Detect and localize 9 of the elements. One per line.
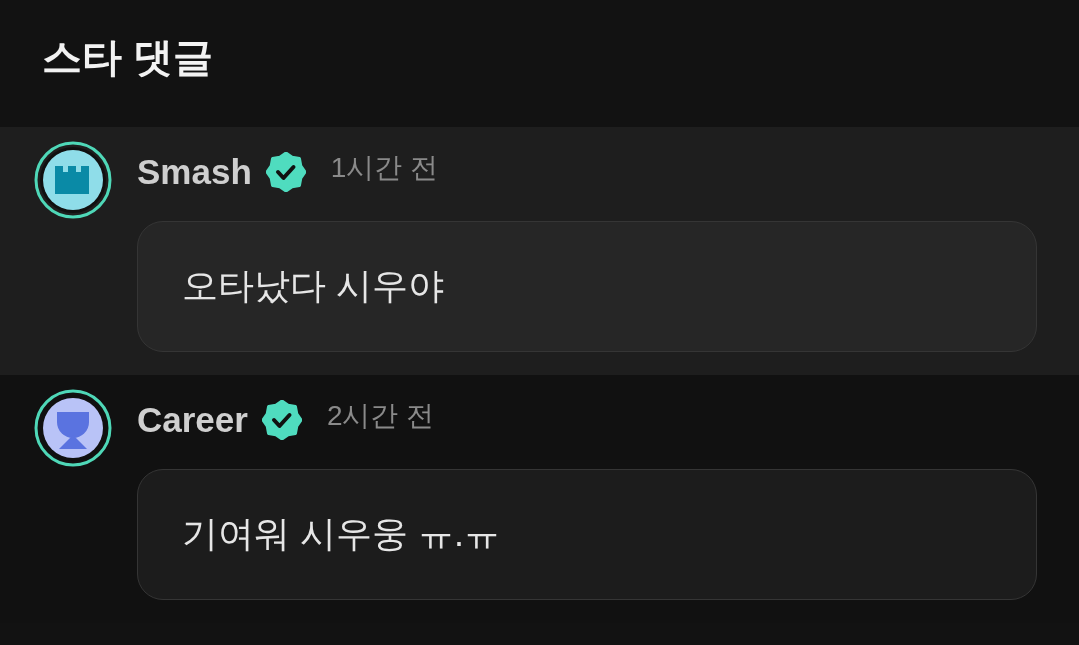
comment-time: 2시간 전 (326, 399, 435, 433)
author-name[interactable]: Career (137, 400, 248, 440)
avatar-icon[interactable] (34, 141, 112, 219)
comment-bubble: 기여워 시우웅 ㅠ.ㅠ (137, 469, 1037, 600)
page-title: 스타 댓글 (42, 34, 214, 81)
author-name[interactable]: Smash (137, 152, 252, 192)
comment-time: 1시간 전 (330, 151, 439, 185)
avatar-icon[interactable] (34, 389, 112, 467)
comment-bubble: 오타났다 시우야 (137, 221, 1037, 352)
